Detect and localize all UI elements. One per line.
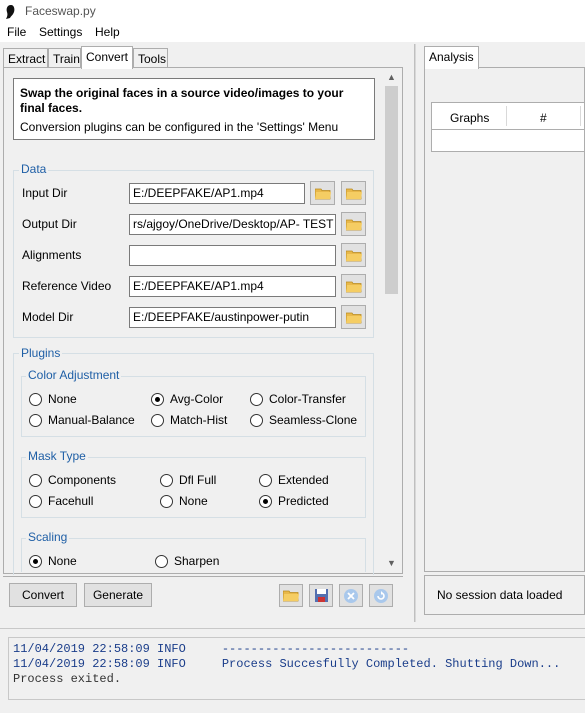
info-title: Swap the original faces in a source vide…: [20, 86, 344, 115]
scroll-up-icon[interactable]: ▲: [387, 72, 396, 82]
radio-circle: [29, 473, 42, 487]
pane-divider[interactable]: [414, 44, 416, 622]
reference-video-field[interactable]: E:/DEEPFAKE/AP1.mp4: [129, 276, 336, 297]
alignments-browse-button[interactable]: [341, 243, 366, 267]
tab-tools[interactable]: Tools: [133, 48, 168, 68]
radio-circle-selected: [151, 392, 164, 406]
folder-icon: [345, 219, 362, 230]
load-config-button[interactable]: [279, 584, 303, 607]
menu-settings[interactable]: Settings: [39, 25, 82, 39]
console-message: Process Succesfully Completed. Shutting …: [221, 657, 561, 671]
radio-circle: [29, 392, 42, 406]
radio-circle-selected: [29, 554, 42, 568]
action-bar-separator: [3, 576, 403, 577]
tab-train[interactable]: Train: [48, 48, 81, 68]
column-separator: [580, 106, 581, 126]
color-seamless-clone-radio[interactable]: Seamless-Clone: [250, 413, 357, 427]
folder-icon: [345, 250, 362, 261]
radio-circle: [29, 413, 42, 427]
console-message: Process exited.: [13, 672, 122, 686]
menu-bar: [0, 24, 585, 42]
reset-icon: [374, 588, 388, 603]
mask-components-radio[interactable]: Components: [29, 473, 116, 487]
radio-circle: [160, 494, 173, 508]
mask-type-group: [21, 457, 366, 518]
output-dir-label: Output Dir: [22, 217, 77, 231]
radio-circle: [259, 473, 272, 487]
model-dir-browse-button[interactable]: [341, 305, 366, 329]
output-dir-browse-button[interactable]: [341, 212, 366, 236]
input-dir-browse-button[interactable]: [310, 181, 335, 205]
console-output[interactable]: 11/04/2019 22:58:09 INFO ---------------…: [8, 637, 585, 700]
input-dir-field[interactable]: E:/DEEPFAKE/AP1.mp4: [129, 183, 305, 204]
generate-button[interactable]: Generate: [84, 583, 152, 607]
clear-icon: [344, 588, 358, 603]
input-dir-label: Input Dir: [22, 186, 68, 200]
radio-circle: [160, 473, 173, 487]
model-dir-label: Model Dir: [22, 310, 74, 324]
mask-dfl-full-radio[interactable]: Dfl Full: [160, 473, 216, 487]
menu-file[interactable]: File: [7, 25, 26, 39]
mask-none-radio[interactable]: None: [160, 494, 208, 508]
tab-analysis[interactable]: Analysis: [424, 46, 479, 69]
scaling-none-radio[interactable]: None: [29, 554, 77, 568]
scaling-sharpen-radio[interactable]: Sharpen: [155, 554, 219, 568]
mask-facehull-radio[interactable]: Facehull: [29, 494, 93, 508]
radio-circle: [151, 413, 164, 427]
count-column-header[interactable]: #: [540, 111, 547, 125]
column-separator: [506, 106, 507, 126]
app-logo-icon: [5, 4, 17, 20]
scaling-label: Scaling: [26, 530, 70, 544]
color-match-hist-radio[interactable]: Match-Hist: [151, 413, 227, 427]
info-description: Conversion plugins can be configured in …: [20, 120, 339, 134]
console-separator: [0, 628, 585, 629]
color-transfer-radio[interactable]: Color-Transfer: [250, 392, 346, 406]
color-adjustment-group: [21, 376, 366, 437]
graphs-column-header[interactable]: Graphs: [450, 111, 489, 125]
radio-circle: [155, 554, 168, 568]
color-none-radio[interactable]: None: [29, 392, 77, 406]
alignments-label: Alignments: [22, 248, 82, 262]
color-avg-color-radio[interactable]: Avg-Color: [151, 392, 223, 406]
scroll-down-icon[interactable]: ▼: [387, 558, 396, 568]
console-level: INFO: [157, 642, 186, 656]
folder-icon: [314, 188, 331, 199]
reference-video-label: Reference Video: [22, 279, 112, 293]
radio-circle: [250, 413, 263, 427]
model-dir-field[interactable]: E:/DEEPFAKE/austinpower-putin: [129, 307, 336, 328]
save-config-button[interactable]: [309, 584, 333, 607]
tab-extract[interactable]: Extract: [3, 48, 48, 68]
color-adjustment-label: Color Adjustment: [26, 368, 122, 382]
console-time: 11/04/2019 22:58:09: [13, 657, 150, 671]
alignments-field[interactable]: [129, 245, 336, 266]
folder-icon: [345, 312, 362, 323]
save-icon: [314, 589, 328, 602]
radio-circle: [250, 392, 263, 406]
session-status-text: No session data loaded: [437, 588, 563, 602]
radio-circle: [29, 494, 42, 508]
input-dir-browse-files-button[interactable]: [341, 181, 366, 205]
reference-video-browse-button[interactable]: [341, 274, 366, 298]
reset-button[interactable]: [369, 584, 393, 607]
folder-icon: [283, 590, 299, 602]
folder-icon: [345, 281, 362, 292]
window-title: Faceswap.py: [25, 4, 96, 18]
clear-button[interactable]: [339, 584, 363, 607]
data-group-label: Data: [19, 162, 49, 176]
folder-icon: [345, 188, 362, 199]
console-message: --------------------------: [221, 642, 410, 656]
mask-predicted-radio[interactable]: Predicted: [259, 494, 329, 508]
tab-convert[interactable]: Convert: [81, 46, 133, 69]
convert-button[interactable]: Convert: [9, 583, 77, 607]
radio-circle-selected: [259, 494, 272, 508]
output-dir-field[interactable]: rs/ajgoy/OneDrive/Desktop/AP- TEST: [129, 214, 336, 235]
console-time: 11/04/2019 22:58:09: [13, 642, 150, 656]
mask-type-label: Mask Type: [26, 449, 88, 463]
menu-help[interactable]: Help: [95, 25, 120, 39]
mask-extended-radio[interactable]: Extended: [259, 473, 329, 487]
scrollbar-thumb[interactable]: [385, 86, 398, 294]
color-manual-balance-radio[interactable]: Manual-Balance: [29, 413, 135, 427]
console-level: INFO: [157, 657, 186, 671]
plugins-group-label: Plugins: [19, 346, 63, 360]
